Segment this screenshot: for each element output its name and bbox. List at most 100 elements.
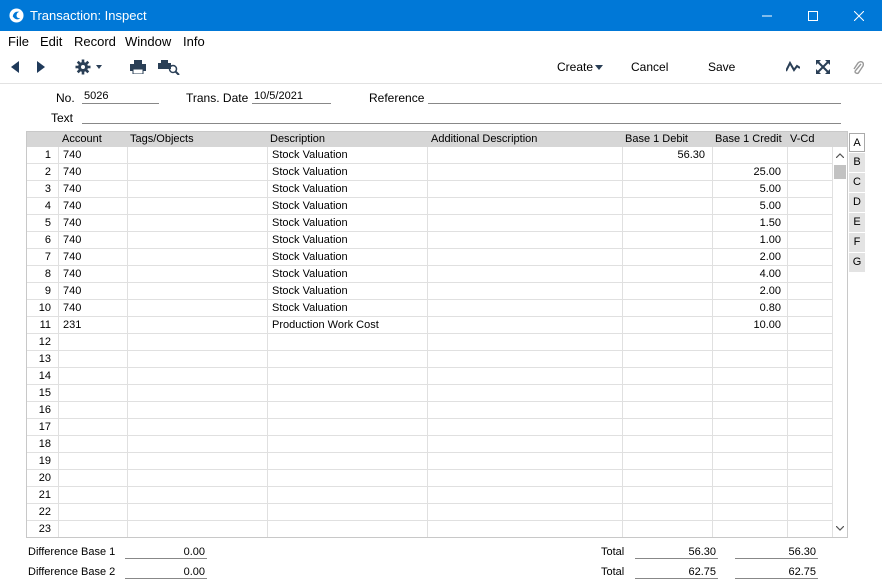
credit-cell[interactable]: 4.00 (715, 266, 781, 282)
credit-cell[interactable] (715, 487, 781, 503)
credit-cell[interactable]: 5.00 (715, 181, 781, 197)
credit-cell[interactable]: 2.00 (715, 249, 781, 265)
cancel-button[interactable]: Cancel (631, 60, 668, 74)
account-cell[interactable]: 740 (63, 249, 123, 265)
vcd-cell[interactable] (790, 385, 828, 401)
menu-edit[interactable]: Edit (40, 34, 62, 49)
tab-g[interactable]: G (849, 253, 865, 272)
debit-cell[interactable]: 56.30 (625, 147, 705, 163)
debit-cell[interactable] (625, 300, 705, 316)
debit-cell[interactable] (625, 198, 705, 214)
account-cell[interactable]: 740 (63, 147, 123, 163)
description-cell[interactable]: Stock Valuation (272, 232, 422, 248)
additional-description-cell[interactable] (431, 504, 616, 520)
credit-cell[interactable]: 5.00 (715, 198, 781, 214)
description-cell[interactable]: Stock Valuation (272, 266, 422, 282)
tags-cell[interactable] (131, 521, 261, 537)
credit-cell[interactable] (715, 368, 781, 384)
scrollbar-thumb[interactable] (834, 165, 846, 179)
scroll-down-icon[interactable] (836, 526, 844, 531)
vcd-cell[interactable] (790, 521, 828, 537)
description-cell[interactable]: Stock Valuation (272, 164, 422, 180)
vcd-cell[interactable] (790, 334, 828, 350)
tags-cell[interactable] (131, 334, 261, 350)
tags-cell[interactable] (131, 164, 261, 180)
additional-description-cell[interactable] (431, 232, 616, 248)
account-cell[interactable]: 740 (63, 266, 123, 282)
credit-cell[interactable]: 0.80 (715, 300, 781, 316)
credit-cell[interactable]: 1.50 (715, 215, 781, 231)
credit-cell[interactable] (715, 147, 781, 163)
attachment-button[interactable] (850, 59, 866, 75)
operations-menu-button[interactable] (74, 58, 104, 76)
credit-cell[interactable] (715, 402, 781, 418)
vcd-cell[interactable] (790, 164, 828, 180)
vcd-cell[interactable] (790, 436, 828, 452)
tags-cell[interactable] (131, 453, 261, 469)
tags-cell[interactable] (131, 351, 261, 367)
trans-date-field[interactable]: 10/5/2021 (252, 89, 331, 104)
account-cell[interactable] (63, 487, 123, 503)
table-row[interactable]: 1 740 Stock Valuation 56.30 (27, 147, 832, 164)
additional-description-cell[interactable] (431, 419, 616, 435)
create-button[interactable]: Create (557, 60, 593, 74)
table-row[interactable]: 9 740 Stock Valuation 2.00 (27, 283, 832, 300)
account-cell[interactable] (63, 402, 123, 418)
minimize-button[interactable] (744, 0, 790, 31)
account-cell[interactable] (63, 504, 123, 520)
table-row[interactable]: 21 (27, 487, 832, 504)
credit-cell[interactable] (715, 504, 781, 520)
table-row[interactable]: 7 740 Stock Valuation 2.00 (27, 249, 832, 266)
menu-info[interactable]: Info (183, 34, 205, 49)
additional-description-cell[interactable] (431, 283, 616, 299)
debit-cell[interactable] (625, 283, 705, 299)
credit-cell[interactable] (715, 436, 781, 452)
credit-cell[interactable] (715, 351, 781, 367)
tags-cell[interactable] (131, 504, 261, 520)
debit-cell[interactable] (625, 436, 705, 452)
additional-description-cell[interactable] (431, 198, 616, 214)
tags-cell[interactable] (131, 385, 261, 401)
table-row[interactable]: 14 (27, 368, 832, 385)
vcd-cell[interactable] (790, 181, 828, 197)
account-cell[interactable] (63, 521, 123, 537)
table-row[interactable]: 5 740 Stock Valuation 1.50 (27, 215, 832, 232)
table-row[interactable]: 15 (27, 385, 832, 402)
account-cell[interactable]: 740 (63, 198, 123, 214)
table-row[interactable]: 11 231 Production Work Cost 10.00 (27, 317, 832, 334)
additional-description-cell[interactable] (431, 147, 616, 163)
tags-cell[interactable] (131, 419, 261, 435)
vcd-cell[interactable] (790, 351, 828, 367)
table-row[interactable]: 13 (27, 351, 832, 368)
debit-cell[interactable] (625, 164, 705, 180)
description-cell[interactable]: Stock Valuation (272, 198, 422, 214)
additional-description-cell[interactable] (431, 436, 616, 452)
account-cell[interactable] (63, 436, 123, 452)
tags-cell[interactable] (131, 300, 261, 316)
description-cell[interactable]: Stock Valuation (272, 283, 422, 299)
additional-description-cell[interactable] (431, 521, 616, 537)
debit-cell[interactable] (625, 504, 705, 520)
account-cell[interactable]: 231 (63, 317, 123, 333)
tab-b[interactable]: B (849, 153, 865, 172)
debit-cell[interactable] (625, 368, 705, 384)
tags-cell[interactable] (131, 147, 261, 163)
debit-cell[interactable] (625, 487, 705, 503)
next-record-button[interactable] (34, 59, 48, 75)
table-row[interactable]: 19 (27, 453, 832, 470)
table-row[interactable]: 12 (27, 334, 832, 351)
additional-description-cell[interactable] (431, 215, 616, 231)
description-cell[interactable] (272, 419, 422, 435)
debit-cell[interactable] (625, 521, 705, 537)
account-cell[interactable]: 740 (63, 232, 123, 248)
debit-cell[interactable] (625, 266, 705, 282)
table-row[interactable]: 4 740 Stock Valuation 5.00 (27, 198, 832, 215)
credit-cell[interactable]: 10.00 (715, 317, 781, 333)
sparkline-button[interactable] (785, 59, 801, 75)
tags-cell[interactable] (131, 436, 261, 452)
vcd-cell[interactable] (790, 249, 828, 265)
debit-cell[interactable] (625, 385, 705, 401)
vcd-cell[interactable] (790, 147, 828, 163)
additional-description-cell[interactable] (431, 317, 616, 333)
table-row[interactable]: 20 (27, 470, 832, 487)
